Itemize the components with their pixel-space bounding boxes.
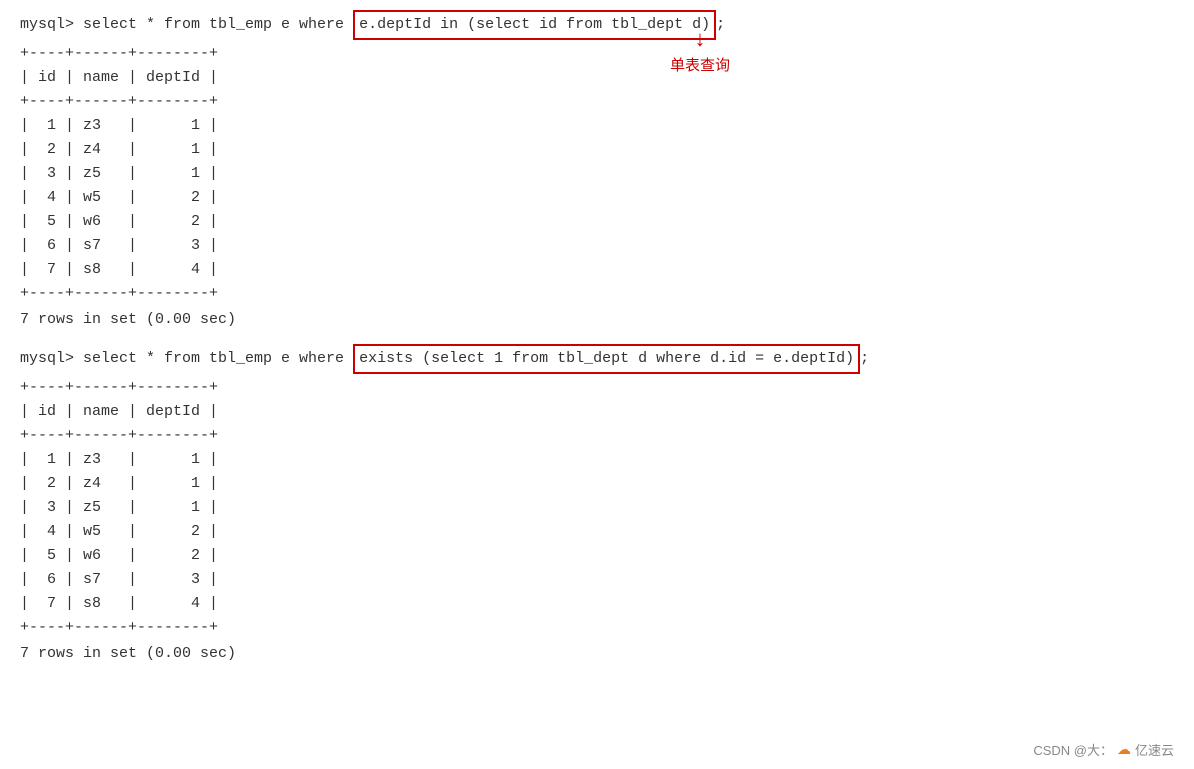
table1-row-5: | 6 | s7 | 3 |: [20, 234, 1174, 258]
arrow-down-icon: ↓: [693, 30, 706, 52]
table2-sep-mid: +----+------+--------+: [20, 424, 1174, 448]
table-output-2: +----+------+--------+ | id | name | dep…: [20, 376, 1174, 640]
annotation-area: ↓ 单表查询: [670, 30, 730, 75]
table2-row-2: | 3 | z5 | 1 |: [20, 496, 1174, 520]
table2-row-6: | 7 | s8 | 4 |: [20, 592, 1174, 616]
table1-sep-top: +----+------+--------+: [20, 42, 1174, 66]
query2-highlight: exists (select 1 from tbl_dept d where d…: [353, 344, 860, 374]
rows-info-1: 7 rows in set (0.00 sec): [20, 308, 1174, 332]
rows-info-2: 7 rows in set (0.00 sec): [20, 642, 1174, 666]
table2-row-0: | 1 | z3 | 1 |: [20, 448, 1174, 472]
table1-row-0: | 1 | z3 | 1 |: [20, 114, 1174, 138]
table2-sep-bottom: +----+------+--------+: [20, 616, 1174, 640]
table2-sep-top: +----+------+--------+: [20, 376, 1174, 400]
table-output-1: +----+------+--------+ | id | name | dep…: [20, 42, 1174, 306]
query-block-2: mysql> select * from tbl_emp e where exi…: [20, 344, 1174, 666]
footer: CSDN @大： ☁ 亿速云: [1033, 740, 1174, 759]
footer-text: CSDN @大：: [1033, 740, 1113, 759]
table1-row-6: | 7 | s8 | 4 |: [20, 258, 1174, 282]
query-block-1: mysql> select * from tbl_emp e where e.d…: [20, 10, 1174, 332]
table1-row-2: | 3 | z5 | 1 |: [20, 162, 1174, 186]
table1-row-1: | 2 | z4 | 1 |: [20, 138, 1174, 162]
footer-brand: 亿速云: [1135, 740, 1174, 759]
query1-highlight: e.deptId in (select id from tbl_dept d): [353, 10, 716, 40]
table2-row-1: | 2 | z4 | 1 |: [20, 472, 1174, 496]
mysql-prompt-2: mysql>: [20, 347, 83, 371]
cloud-icon: ☁: [1117, 741, 1131, 758]
table1-row-3: | 4 | w5 | 2 |: [20, 186, 1174, 210]
query2-semicolon: ;: [860, 347, 869, 371]
query2-before: select * from tbl_emp e where: [83, 347, 353, 371]
table1-header: | id | name | deptId |: [20, 66, 1174, 90]
table2-row-3: | 4 | w5 | 2 |: [20, 520, 1174, 544]
table2-row-4: | 5 | w6 | 2 |: [20, 544, 1174, 568]
table2-header: | id | name | deptId |: [20, 400, 1174, 424]
mysql-prompt-1: mysql>: [20, 13, 83, 37]
query-line-1: mysql> select * from tbl_emp e where e.d…: [20, 10, 1174, 40]
annotation-label: 单表查询: [670, 54, 730, 75]
query1-before: select * from tbl_emp e where: [83, 13, 353, 37]
table1-row-4: | 5 | w6 | 2 |: [20, 210, 1174, 234]
query-line-2: mysql> select * from tbl_emp e where exi…: [20, 344, 1174, 374]
table1-sep-mid: +----+------+--------+: [20, 90, 1174, 114]
table1-sep-bottom: +----+------+--------+: [20, 282, 1174, 306]
table2-row-5: | 6 | s7 | 3 |: [20, 568, 1174, 592]
